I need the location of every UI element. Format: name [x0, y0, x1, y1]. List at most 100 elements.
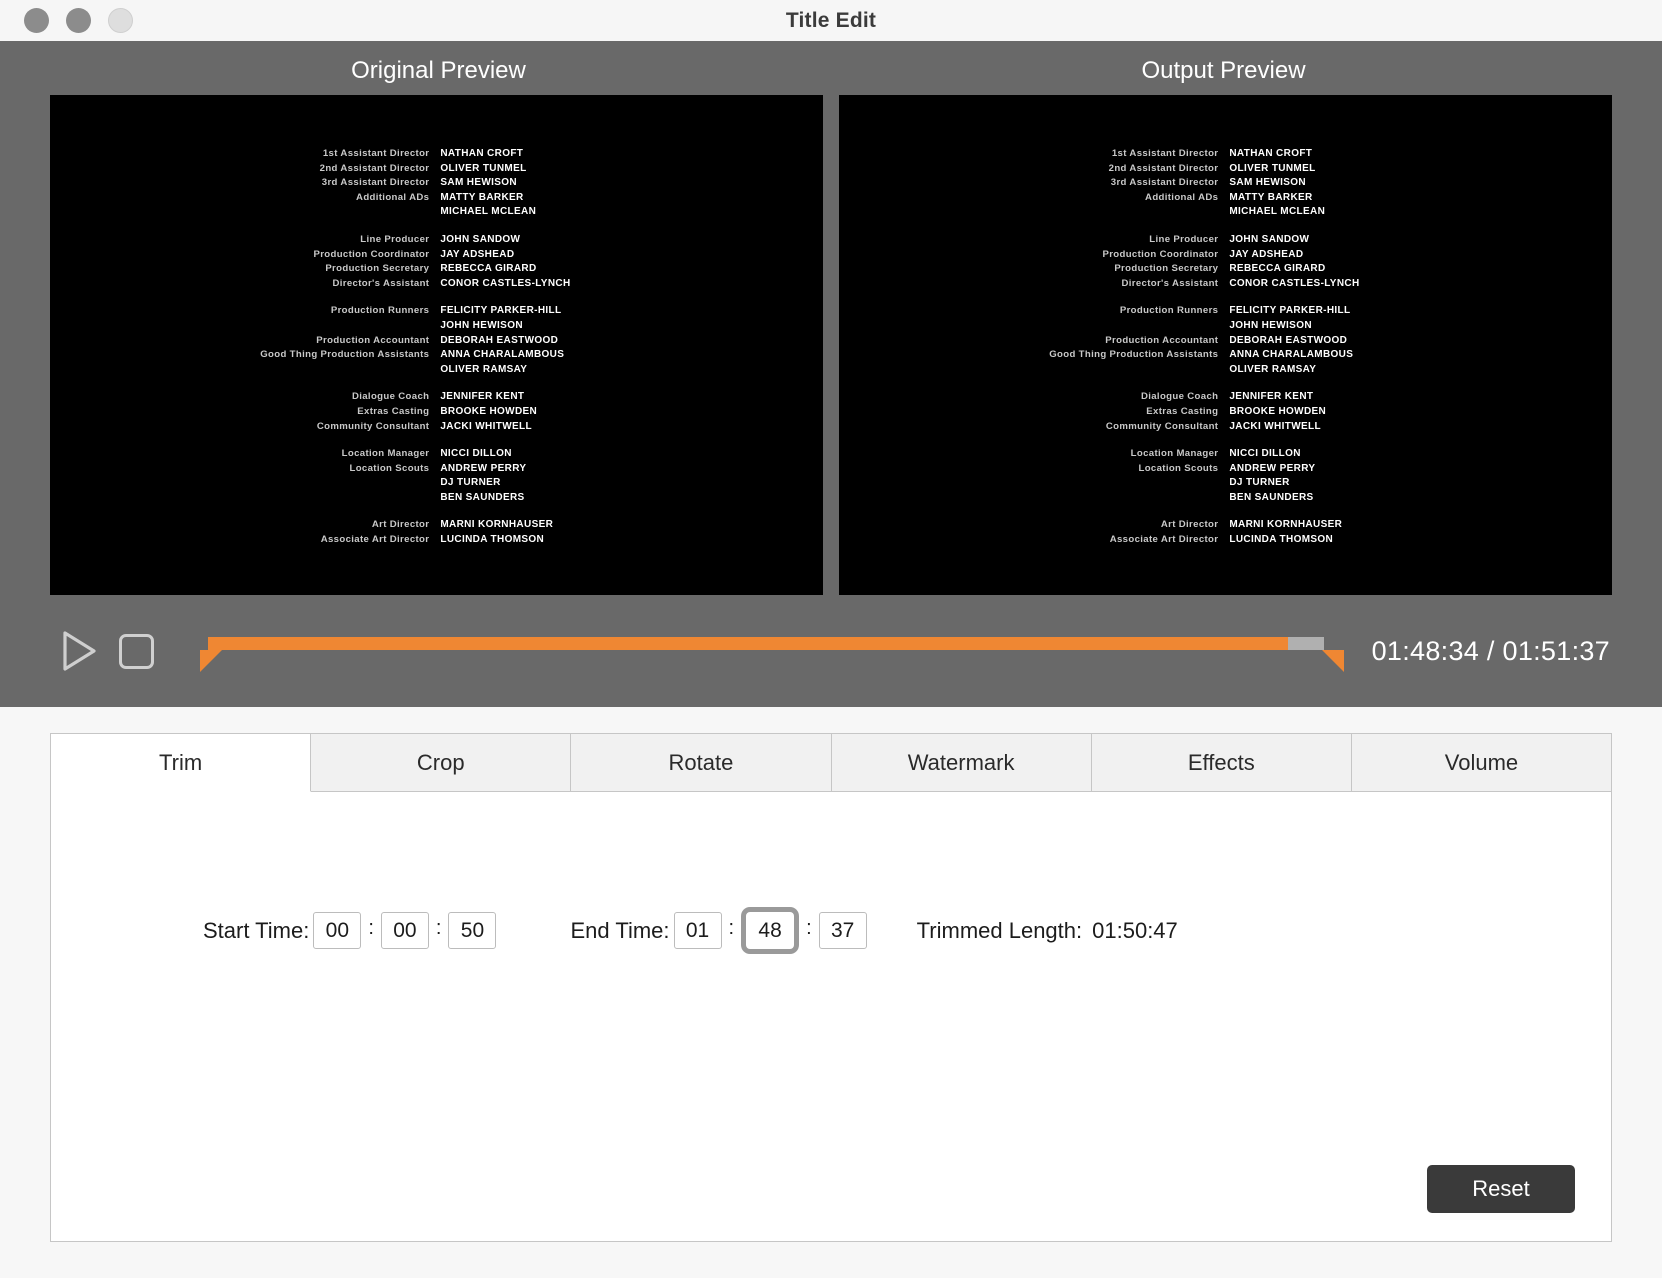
- time-display: 01:48:34 / 01:51:37: [1371, 635, 1610, 666]
- credits-name: BROOKE HOWDEN: [1229, 405, 1327, 417]
- credits-name: MARNI KORNHAUSER: [1229, 519, 1343, 531]
- credits-name: JOHN SANDOW: [1229, 233, 1310, 245]
- credits-name: MICHAEL MCLEAN: [1229, 206, 1326, 218]
- play-icon: [62, 630, 98, 672]
- tab-effects[interactable]: Effects: [1091, 734, 1352, 791]
- credits-name: OLIVER RAMSAY: [1229, 363, 1317, 375]
- credits-group: Location Manager NICCI DILLON Location Sco…: [50, 447, 823, 505]
- credits-name: NATHAN CROFT: [440, 148, 524, 159]
- credits-group: Production Runners FELICITY PARKER-HILL JO…: [839, 304, 1612, 377]
- credits-row: Line Producer JOHN SANDOW: [839, 233, 1612, 248]
- tab-label: Crop: [416, 749, 465, 775]
- credits-role: Extras Casting: [1146, 405, 1219, 417]
- credits-row: Good Thing Production Assistants ANNA CHA…: [839, 348, 1612, 363]
- credits-name: ANDREW PERRY: [440, 462, 527, 474]
- credits-row: Production Accountant DEBORAH EASTWOOD: [50, 334, 823, 349]
- tab-rotate[interactable]: Rotate: [571, 734, 832, 791]
- credits-name: OLIVER RAMSAY: [440, 363, 528, 375]
- credits-name: BROOKE HOWDEN: [440, 405, 538, 417]
- credits-role: [50, 319, 440, 334]
- end-hours-input[interactable]: 01: [673, 912, 722, 949]
- credits-group: Art Director MARNI KORNHAUSER Associate Ar…: [50, 518, 823, 547]
- credits-role: [50, 476, 440, 491]
- tab-watermark[interactable]: Watermark: [831, 734, 1092, 791]
- credits-role: Line Producer: [1149, 233, 1219, 245]
- trimmed-length-label: Trimmed Length:: [916, 917, 1083, 943]
- start-hours-input[interactable]: 00: [313, 912, 362, 949]
- editor-area: Trim Crop Rotate Watermark Effects Volume Sta…: [0, 707, 1662, 1278]
- credits-row: BEN SAUNDERS: [839, 491, 1612, 506]
- original-preview-label: Original Preview: [351, 57, 526, 84]
- timeline-slider[interactable]: [200, 623, 1346, 679]
- start-minutes-input[interactable]: 00: [380, 912, 429, 949]
- credits-role: Production Secretary: [1114, 263, 1219, 275]
- credits-role: 3rd Assistant Director: [1110, 177, 1219, 189]
- credits-role: [839, 363, 1229, 378]
- credits-row: DJ TURNER: [839, 476, 1612, 491]
- start-seconds-input[interactable]: 50: [448, 912, 497, 949]
- credits-row: DJ TURNER: [50, 476, 823, 491]
- timeline-track[interactable]: [208, 637, 1324, 650]
- start-time-label: Start Time:: [203, 917, 310, 943]
- credits-role: [50, 363, 440, 378]
- credits-role: Associate Art Director: [1109, 534, 1219, 546]
- credits-row: Community Consultant JACKI WHITWELL: [839, 420, 1612, 435]
- trim-end-handle[interactable]: [1321, 650, 1344, 672]
- start-separator-2: :: [435, 917, 442, 939]
- trim-start-handle[interactable]: [200, 650, 222, 672]
- reset-button[interactable]: Reset: [1427, 1165, 1575, 1213]
- credits-role: Extras Casting: [357, 405, 430, 417]
- credits-row: Production Secretary REBECCA GIRARD: [50, 262, 823, 277]
- credits-name: REBECCA GIRARD: [440, 263, 537, 275]
- stop-icon: [118, 633, 154, 669]
- credits-row: Community Consultant JACKI WHITWELL: [50, 420, 823, 435]
- credits-row: Production Runners FELICITY PARKER-HILL: [50, 304, 823, 319]
- credits-name: JOHN SANDOW: [440, 233, 521, 245]
- credits-group: Dialogue Coach JENNIFER KENT Extras Castin…: [839, 390, 1612, 434]
- credits-name: LUCINDA THOMSON: [1229, 534, 1334, 546]
- tab-label: Trim: [159, 749, 203, 775]
- credits-row: Additional ADs MATTY BARKER: [839, 191, 1612, 206]
- preview-headers: Original Preview Output Preview: [50, 47, 1612, 95]
- preview-videos: 1st Assistant Director NATHAN CROFT 2nd As…: [50, 95, 1612, 595]
- credits-group: Line Producer JOHN SANDOW Production Coord…: [50, 233, 823, 291]
- tab-crop[interactable]: Crop: [311, 734, 572, 791]
- credits-role: Location Scouts: [1138, 462, 1219, 474]
- play-button[interactable]: [52, 623, 108, 679]
- credits-name: DEBORAH EASTWOOD: [1229, 334, 1348, 346]
- original-preview-video[interactable]: 1st Assistant Director NATHAN CROFT 2nd As…: [50, 95, 823, 595]
- credits-name: ANNA CHARALAMBOUS: [1229, 349, 1354, 361]
- credits-row: Director's Assistant CONOR CASTLES-LYNCH: [839, 277, 1612, 292]
- credits-role: Location Manager: [341, 448, 430, 460]
- output-preview-video[interactable]: 1st Assistant Director NATHAN CROFT 2nd As…: [839, 95, 1612, 595]
- credits-row: 2nd Assistant Director OLIVER TUNMEL: [839, 162, 1612, 177]
- credits-name: SAM HEWISON: [440, 177, 517, 189]
- trim-panel: Start Time: 00 : 00 : 50 End Time: 01 : …: [51, 792, 1611, 1241]
- credits-name: MICHAEL MCLEAN: [440, 206, 537, 218]
- credits-row: Production Coordinator JAY ADSHEAD: [50, 248, 823, 263]
- window-titlebar: Title Edit: [0, 0, 1662, 41]
- credits-role: Dialogue Coach: [1140, 391, 1219, 403]
- end-seconds-input[interactable]: 37: [818, 912, 867, 949]
- preview-panel: Original Preview Output Preview 1st Assi…: [0, 41, 1662, 707]
- credits-group: Line Producer JOHN SANDOW Production Coord…: [839, 233, 1612, 291]
- credits-row: Additional ADs MATTY BARKER: [50, 191, 823, 206]
- credits-role: Production Secretary: [325, 263, 430, 275]
- credits-row: Location Scouts ANDREW PERRY: [50, 462, 823, 477]
- credits-row: 3rd Assistant Director SAM HEWISON: [50, 176, 823, 191]
- credits-role: Production Accountant: [1105, 334, 1219, 346]
- credits-group: 1st Assistant Director NATHAN CROFT 2nd As…: [50, 147, 823, 220]
- end-separator-2: :: [806, 917, 812, 939]
- credits-name: DJ TURNER: [440, 477, 501, 489]
- credits-name: JAY ADSHEAD: [1229, 248, 1304, 260]
- end-minutes-input[interactable]: 48: [746, 912, 795, 949]
- tab-trim[interactable]: Trim: [51, 734, 312, 792]
- credits-row: 1st Assistant Director NATHAN CROFT: [839, 147, 1612, 162]
- stop-button[interactable]: [108, 623, 164, 679]
- credits-row: Director's Assistant CONOR CASTLES-LYNCH: [50, 277, 823, 292]
- credits-row: JOHN HEWISON: [839, 319, 1612, 334]
- credits-row: JOHN HEWISON: [50, 319, 823, 334]
- credits-name: JENNIFER KENT: [440, 391, 525, 403]
- tab-volume[interactable]: Volume: [1351, 734, 1612, 791]
- credits-role: Dialogue Coach: [351, 391, 430, 403]
